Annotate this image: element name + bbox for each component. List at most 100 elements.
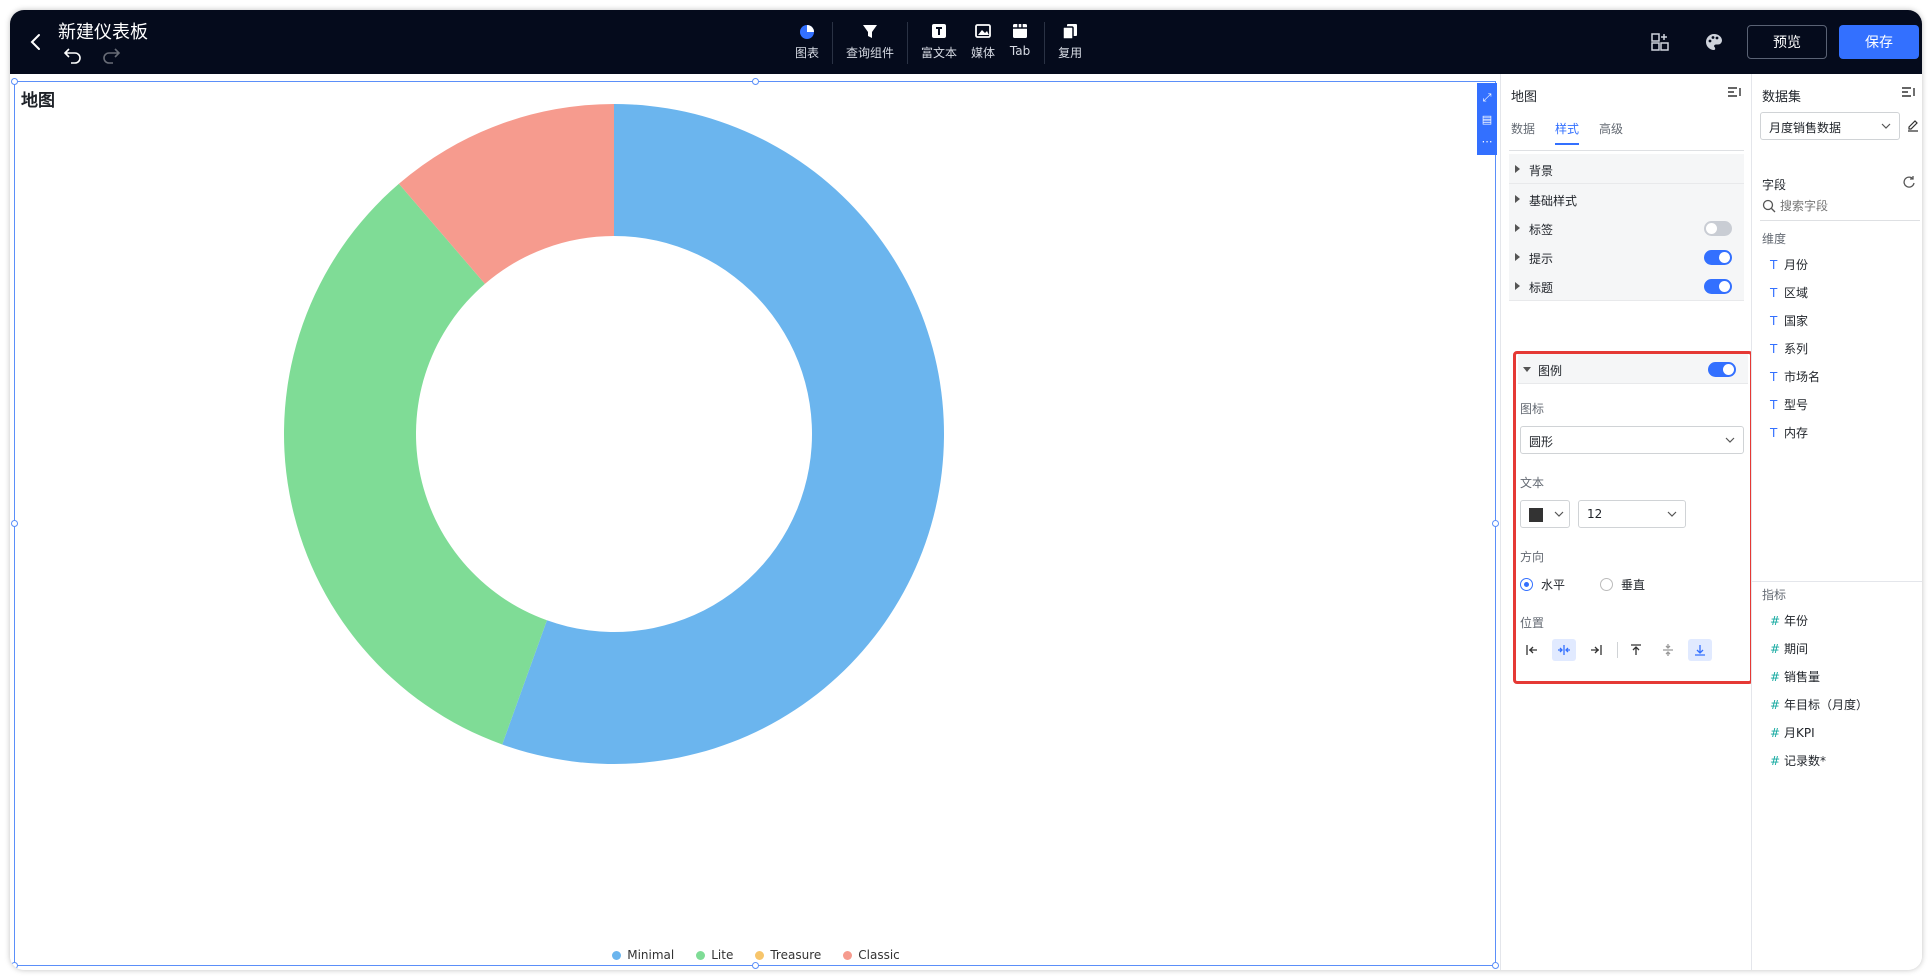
layout-icon[interactable] <box>1648 30 1672 54</box>
font-size-value: 12 <box>1587 507 1603 521</box>
collapse-panel-icon[interactable] <box>1726 84 1742 100</box>
section-label: 提示 <box>1529 252 1554 266</box>
measure-field[interactable]: # 年份 <box>1770 612 1808 629</box>
legend-item[interactable]: Lite <box>696 948 733 962</box>
dashboard-title[interactable]: 新建仪表板 <box>58 18 148 44</box>
style-panel-header: 地图 <box>1501 74 1752 108</box>
more-icon[interactable]: ⋯ <box>1482 136 1493 147</box>
field-label: 系列 <box>1784 342 1809 356</box>
dimension-field[interactable]: T 内存 <box>1770 424 1808 441</box>
labels-toggle[interactable] <box>1704 221 1732 236</box>
resize-handle[interactable] <box>1492 962 1499 969</box>
align-top-button[interactable] <box>1624 639 1648 661</box>
tool-rich-text[interactable]: 富文本 <box>914 20 964 61</box>
direction-horizontal-radio[interactable]: 水平 <box>1520 576 1565 593</box>
dataset-select[interactable]: 月度销售数据 <box>1760 112 1900 140</box>
donut-slice-lite[interactable] <box>284 183 547 745</box>
dimension-field[interactable]: T 区域 <box>1770 284 1808 301</box>
align-center-button[interactable] <box>1552 639 1576 661</box>
tool-chart[interactable]: 图表 <box>788 20 826 61</box>
align-right-button[interactable] <box>1584 639 1608 661</box>
resize-handle[interactable] <box>11 520 18 527</box>
measure-field[interactable]: # 期间 <box>1770 640 1808 657</box>
style-panel-tabs: 数据 样式 高级 <box>1511 120 1623 145</box>
tab-style[interactable]: 样式 <box>1555 120 1580 145</box>
align-bottom-icon <box>1695 645 1705 656</box>
number-type-icon: # <box>1770 726 1781 740</box>
undo-icon[interactable] <box>62 46 84 64</box>
text-type-icon: T <box>1770 258 1778 272</box>
tool-reuse[interactable]: 复用 <box>1051 20 1089 61</box>
tab-data[interactable]: 数据 <box>1511 120 1535 145</box>
section-basic-style[interactable]: 基础样式 <box>1509 184 1744 214</box>
dimension-field[interactable]: T 系列 <box>1770 340 1808 357</box>
legend-icon-select[interactable]: 圆形 <box>1520 426 1744 454</box>
back-icon[interactable] <box>24 30 48 54</box>
measure-field[interactable]: # 年目标（月度） <box>1770 696 1868 713</box>
radio-off-icon <box>1600 578 1613 591</box>
legend-label: Minimal <box>627 948 675 962</box>
dashboard-canvas: 地图 Minimal Lite Treasure Classic ⤢ ▤ ⋯ <box>10 74 1500 970</box>
expand-icon[interactable]: ⤢ <box>1483 92 1492 103</box>
legend-toggle[interactable] <box>1708 362 1736 377</box>
measure-field[interactable]: # 月KPI <box>1770 724 1815 741</box>
redo-icon[interactable] <box>100 46 122 64</box>
dimension-field[interactable]: T 国家 <box>1770 312 1808 329</box>
collapse-panel-icon[interactable] <box>1900 84 1916 100</box>
align-left-button[interactable] <box>1520 639 1544 661</box>
tooltip-toggle[interactable] <box>1704 250 1732 265</box>
legend-item[interactable]: Minimal <box>612 948 674 962</box>
resize-handle[interactable] <box>11 78 18 85</box>
font-size-select[interactable]: 12 <box>1578 500 1686 528</box>
chart-widget[interactable]: 地图 Minimal Lite Treasure Classic ⤢ ▤ ⋯ <box>11 78 1499 969</box>
field-label: 型号 <box>1784 398 1809 412</box>
section-legend[interactable]: 图例 <box>1518 354 1748 384</box>
dimension-field[interactable]: T 型号 <box>1770 396 1808 413</box>
dataset-panel-title: 数据集 <box>1762 90 1802 105</box>
text-type-icon: T <box>1770 314 1778 328</box>
caret-right-icon <box>1515 253 1520 261</box>
legend-item[interactable]: Classic <box>843 948 900 962</box>
align-bottom-button[interactable] <box>1688 639 1712 661</box>
title-toggle[interactable] <box>1704 279 1732 294</box>
dimension-field[interactable]: T 月份 <box>1770 256 1808 273</box>
chevron-down-icon <box>1667 511 1677 517</box>
section-label: 标题 <box>1529 281 1554 295</box>
section-label: 背景 <box>1529 164 1554 178</box>
section-label: 图例 <box>1538 364 1563 378</box>
align-middle-button[interactable] <box>1656 639 1680 661</box>
legend-item[interactable]: Treasure <box>755 948 821 962</box>
resize-handle[interactable] <box>752 78 759 85</box>
detail-icon[interactable]: ▤ <box>1482 114 1492 125</box>
dimension-field[interactable]: T 市场名 <box>1770 368 1820 385</box>
field-label: 年目标（月度） <box>1784 698 1869 712</box>
section-background[interactable]: 背景 <box>1509 154 1744 184</box>
radio-on-icon <box>1520 578 1533 591</box>
theme-palette-icon[interactable] <box>1702 30 1726 54</box>
edit-icon[interactable] <box>1906 118 1920 132</box>
widget-toolbar: ⤢ ▤ ⋯ <box>1477 83 1497 155</box>
align-right-icon <box>1591 645 1602 655</box>
preview-button[interactable]: 预览 <box>1747 25 1827 59</box>
tool-filter[interactable]: 查询组件 <box>839 20 901 61</box>
save-button[interactable]: 保存 <box>1839 25 1919 59</box>
dataset-value: 月度销售数据 <box>1769 121 1842 135</box>
resize-handle[interactable] <box>11 962 18 969</box>
tool-media[interactable]: 媒体 <box>964 20 1002 61</box>
section-label: 基础样式 <box>1529 194 1578 208</box>
measure-field[interactable]: # 记录数* <box>1770 752 1826 769</box>
section-labels[interactable]: 标签 <box>1509 213 1744 243</box>
text-color-select[interactable] <box>1520 500 1570 528</box>
resize-handle[interactable] <box>752 962 759 969</box>
measure-field[interactable]: # 销售量 <box>1770 668 1820 685</box>
resize-handle[interactable] <box>1492 520 1499 527</box>
direction-vertical-radio[interactable]: 垂直 <box>1600 576 1645 593</box>
section-title[interactable]: 标题 <box>1509 271 1744 301</box>
tab-advanced[interactable]: 高级 <box>1599 120 1623 145</box>
section-tooltip[interactable]: 提示 <box>1509 242 1744 272</box>
refresh-icon[interactable] <box>1902 175 1916 189</box>
position-label: 位置 <box>1520 616 1545 630</box>
tool-tab[interactable]: Tab <box>1002 20 1038 58</box>
number-type-icon: # <box>1770 614 1781 628</box>
search-field-input[interactable] <box>1780 197 1910 215</box>
